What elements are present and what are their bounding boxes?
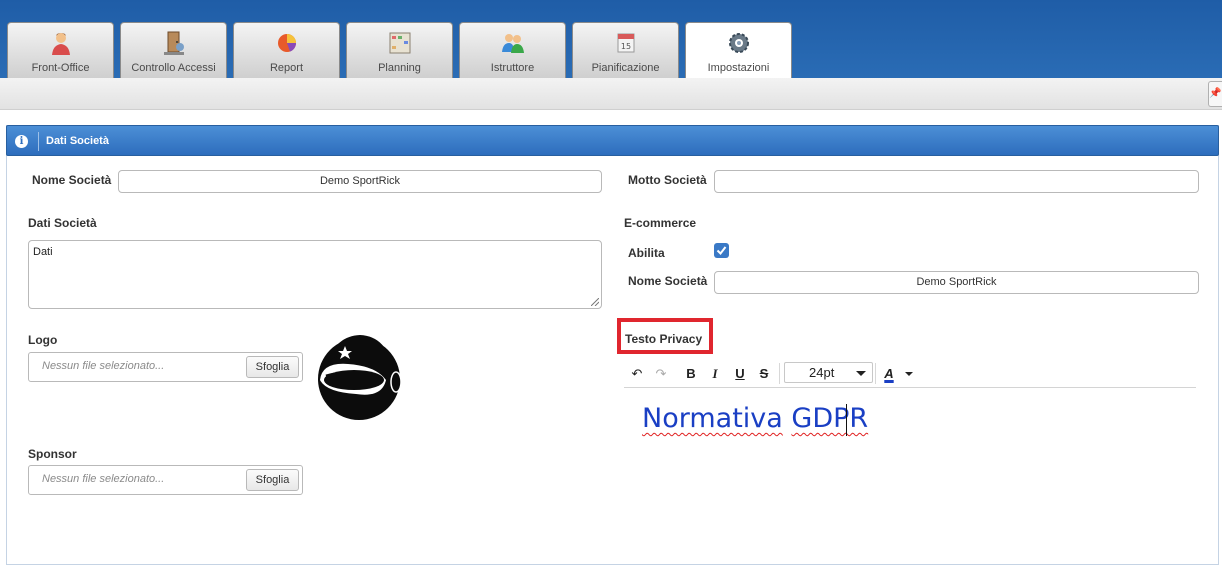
- svg-text:15: 15: [620, 42, 630, 51]
- toolbar-separator: [875, 363, 876, 384]
- instructors-icon: [501, 34, 524, 53]
- toolbar-separator: [779, 363, 780, 384]
- resize-handle-icon[interactable]: [591, 298, 599, 306]
- motto-societa-label: Motto Società: [628, 173, 707, 187]
- sponsor-label: Sponsor: [28, 447, 77, 461]
- header-separator: [38, 132, 39, 151]
- checkmark-icon: [716, 246, 727, 256]
- redo-icon[interactable]: ↷: [652, 365, 670, 383]
- bold-button[interactable]: B: [682, 365, 700, 383]
- sponsor-file-placeholder: Nessun file selezionato...: [42, 473, 165, 485]
- sponsor-file-input[interactable]: Nessun file selezionato... Sfoglia: [28, 465, 303, 495]
- abilita-label: Abilita: [628, 246, 665, 260]
- logo-label: Logo: [28, 333, 58, 347]
- tab-impostazioni[interactable]: Impostazioni: [685, 22, 792, 78]
- panel-title: Dati Società: [46, 135, 109, 147]
- sponsor-browse-button[interactable]: Sfoglia: [246, 469, 299, 491]
- dati-societa-text: Dati: [33, 246, 53, 258]
- dati-societa-textarea[interactable]: Dati: [28, 240, 602, 309]
- tab-pianificazione[interactable]: 15 Pianificazione: [572, 22, 679, 78]
- secondary-toolbar: 📌: [0, 78, 1222, 110]
- top-navigation-bar: Front-Office Controllo Accessi Report Pl…: [0, 0, 1222, 78]
- testo-privacy-label: Testo Privacy: [625, 332, 703, 346]
- strikethrough-button[interactable]: S: [755, 365, 773, 383]
- gear-icon: [728, 33, 749, 53]
- pie-chart-icon: [277, 34, 296, 52]
- font-size-select[interactable]: 24pt: [784, 362, 873, 383]
- logo-browse-button[interactable]: Sfoglia: [246, 356, 299, 378]
- tab-label: Impostazioni: [707, 62, 770, 74]
- tab-planning[interactable]: Planning: [346, 22, 453, 78]
- privacy-editor-content[interactable]: Normativa GDPR: [642, 403, 868, 434]
- ecommerce-nome-societa-label: Nome Società: [628, 274, 708, 288]
- ecommerce-nome-societa-input[interactable]: Demo SportRick: [714, 271, 1199, 294]
- chevron-down-icon[interactable]: [905, 372, 913, 376]
- dati-societa-label: Dati Società: [28, 216, 97, 230]
- tab-label: Istruttore: [490, 62, 535, 74]
- tab-label: Report: [269, 62, 304, 74]
- privacy-text-word: GDPR: [791, 403, 869, 434]
- tab-report[interactable]: Report: [233, 22, 340, 78]
- chevron-down-icon: [856, 371, 866, 376]
- ecommerce-label: E-commerce: [624, 216, 697, 230]
- italic-button[interactable]: I: [706, 365, 724, 383]
- company-logo: [318, 335, 402, 420]
- text-color-button[interactable]: A: [880, 365, 898, 383]
- info-icon: i: [15, 135, 28, 148]
- tab-label: Front-Office: [31, 62, 90, 74]
- calendar-icon: 15: [617, 33, 634, 53]
- receptionist-icon: [51, 33, 70, 55]
- tab-label: Controllo Accessi: [131, 62, 216, 74]
- abilita-checkbox[interactable]: [714, 243, 729, 258]
- access-door-icon: [163, 31, 184, 55]
- tab-controllo-accessi[interactable]: Controllo Accessi: [120, 22, 227, 78]
- logo-file-input[interactable]: Nessun file selezionato... Sfoglia: [28, 352, 303, 382]
- pin-icon[interactable]: 📌: [1208, 81, 1222, 107]
- panel-header: i Dati Società: [6, 125, 1219, 156]
- text-cursor: [846, 404, 847, 436]
- font-size-value: 24pt: [809, 365, 835, 380]
- tab-label: Pianificazione: [591, 62, 660, 74]
- undo-icon[interactable]: ↶: [628, 365, 646, 383]
- underline-button[interactable]: U: [731, 365, 749, 383]
- planning-grid-icon: [389, 32, 410, 54]
- privacy-text-word: Normativa: [642, 403, 783, 434]
- tab-label: Planning: [378, 62, 421, 74]
- nome-societa-input[interactable]: Demo SportRick: [118, 170, 602, 193]
- nome-societa-label: Nome Società: [32, 173, 112, 187]
- tab-front-office[interactable]: Front-Office: [7, 22, 114, 78]
- motto-societa-input[interactable]: [714, 170, 1199, 193]
- logo-file-placeholder: Nessun file selezionato...: [42, 360, 165, 372]
- rich-text-toolbar: ↶ ↷ B I U S A: [624, 360, 1196, 388]
- tab-istruttore[interactable]: Istruttore: [459, 22, 566, 78]
